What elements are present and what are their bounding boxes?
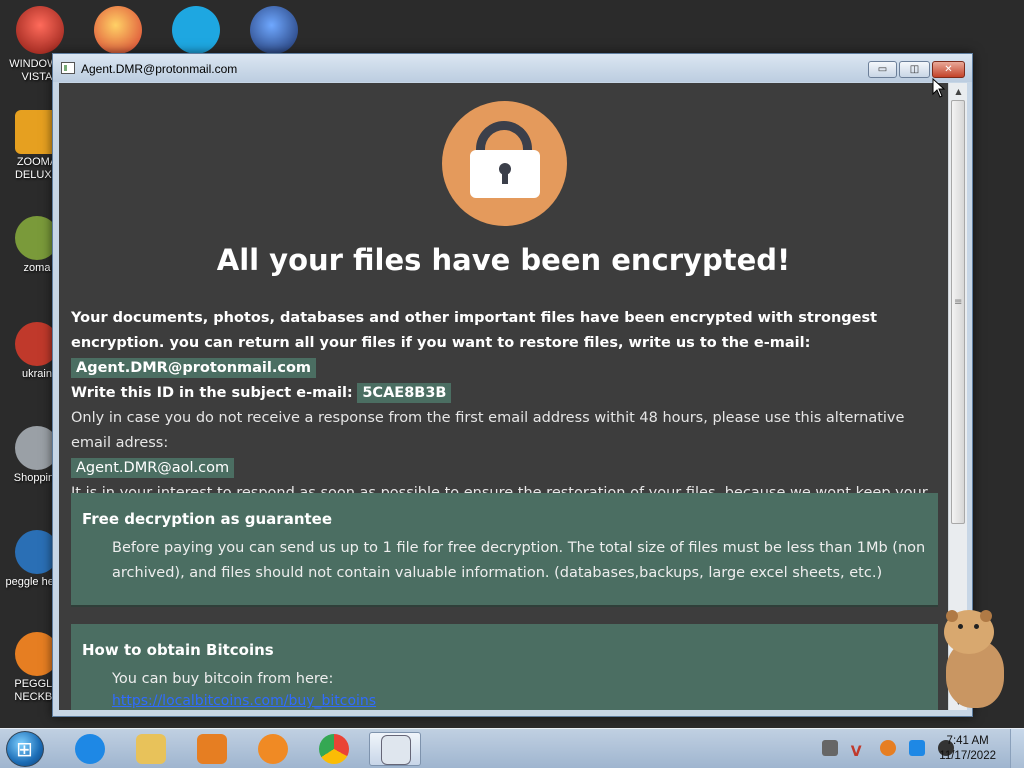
show-desktop-button[interactable] [1010, 729, 1024, 768]
ransom-window-icon [381, 735, 411, 765]
window-title: Agent.DMR@protonmail.com [81, 62, 238, 76]
tray-app-icon[interactable] [821, 740, 838, 756]
chrome-icon [319, 734, 349, 764]
tray-monitor-icon[interactable] [908, 740, 925, 756]
taskbar-ransom-window[interactable] [369, 732, 421, 766]
taskbar-explorer[interactable] [125, 732, 177, 766]
peggle-icon[interactable] [94, 6, 142, 54]
gadget-icon[interactable] [16, 6, 64, 54]
hamster-eye [958, 624, 963, 629]
hamster-eye [974, 624, 979, 629]
system-tray: V [814, 740, 954, 760]
bitcoin-panel: How to obtain Bitcoins You can buy bitco… [71, 624, 938, 710]
ransom-window: Agent.DMR@protonmail.com ▭ ◫ ✕ All your … [52, 53, 973, 717]
ransom-content: All your files have been encrypted! Your… [59, 83, 948, 710]
taskbar: V 7:41 AM 11/17/2022 [0, 728, 1024, 768]
tray-v-icon[interactable]: V [851, 744, 867, 760]
maximize-button[interactable]: ◫ [899, 61, 930, 78]
page-title: All your files have been encrypted! [216, 243, 791, 277]
minimize-button[interactable]: ▭ [868, 61, 897, 78]
close-button[interactable]: ✕ [932, 61, 965, 78]
instructions-text: Your documents, photos, databases and ot… [71, 310, 878, 351]
close-icon: ✕ [944, 63, 953, 75]
desktop-icon-label: ukrain [22, 368, 52, 380]
panel-body: Before paying you can send us up to 1 fi… [112, 540, 926, 581]
alt-email-text: Only in case you do not receive a respon… [71, 410, 905, 451]
clock-date: 11/17/2022 [939, 750, 996, 762]
minimize-icon: ▭ [877, 63, 888, 75]
hamster-ear [946, 610, 958, 622]
hamster-ear [980, 610, 992, 622]
hamster-head [944, 610, 994, 654]
panel-title: How to obtain Bitcoins [82, 641, 274, 659]
lock-body [470, 150, 540, 198]
taskbar-ie[interactable] [64, 732, 116, 766]
maximize-icon: ◫ [909, 63, 920, 75]
tray-search-icon[interactable] [879, 740, 896, 756]
email-primary[interactable]: Agent.DMR@protonmail.com [71, 358, 317, 378]
keyhole [499, 163, 511, 184]
scroll-up-icon[interactable]: ▲ [950, 83, 967, 100]
media-player-icon [197, 734, 227, 764]
ie-icon [75, 734, 105, 764]
free-decryption-panel: Free decryption as guarantee Before payi… [71, 493, 938, 607]
hamster-mascot-icon[interactable] [940, 610, 1006, 710]
taskbar-uc-browser[interactable] [247, 732, 299, 766]
clock-time: 7:41 AM [946, 735, 989, 747]
email-alt[interactable]: Agent.DMR@aol.com [71, 458, 235, 478]
window-app-icon [61, 62, 75, 74]
uc-browser-icon [258, 734, 288, 764]
explorer-icon [136, 734, 166, 764]
scroll-thumb[interactable] [951, 100, 965, 524]
globe-icon[interactable] [250, 6, 298, 54]
taskbar-chrome[interactable] [308, 732, 360, 766]
id-label: Write this ID in the subject e-mail: [71, 385, 353, 401]
taskbar-clock[interactable]: 7:41 AM 11/17/2022 [939, 734, 996, 764]
id-value[interactable]: 5CAE8B3B [357, 383, 452, 403]
skype-icon[interactable] [172, 6, 220, 54]
taskbar-media-player[interactable] [186, 732, 238, 766]
start-button[interactable] [6, 731, 44, 767]
bitcoin-link[interactable]: https://localbitcoins.com/buy_bitcoins [112, 693, 376, 709]
panel-body: You can buy bitcoin from here: [112, 671, 334, 687]
mouse-cursor-icon [932, 78, 946, 98]
window-titlebar[interactable]: Agent.DMR@protonmail.com ▭ ◫ ✕ [53, 54, 972, 82]
lock-icon [442, 101, 567, 226]
desktop-icon-label: zoma [23, 262, 51, 274]
panel-title: Free decryption as guarantee [82, 510, 333, 528]
